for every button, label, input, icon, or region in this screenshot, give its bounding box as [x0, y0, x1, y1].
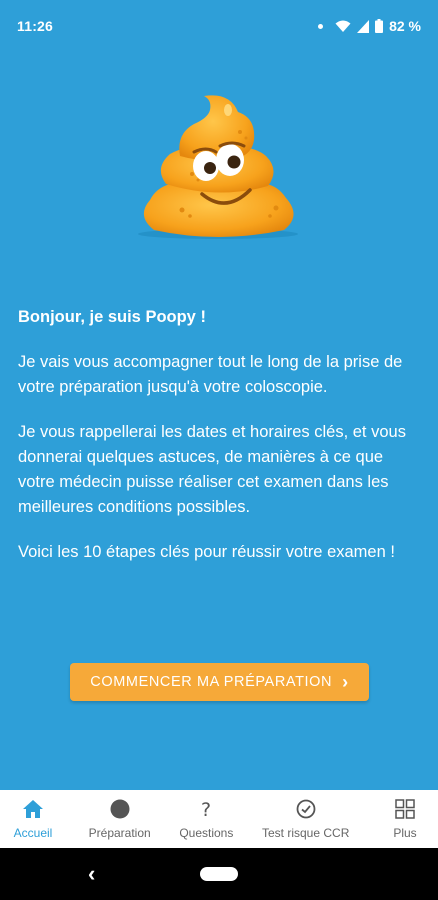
check-circle-icon: [296, 799, 316, 819]
status-icons: 82 %: [318, 18, 421, 34]
status-bar: 11:26 82 %: [0, 0, 438, 52]
home-icon: [23, 800, 43, 818]
tab-plus-label: Plus: [393, 826, 417, 840]
tab-questions-label: Questions: [179, 826, 234, 840]
battery-percent: 82 %: [389, 18, 421, 34]
tab-questions[interactable]: ? Questions: [179, 790, 233, 848]
greeting-heading: Bonjour, je suis Poopy !: [18, 308, 206, 326]
battery-icon: [375, 19, 384, 33]
home-pill-icon[interactable]: [200, 867, 238, 881]
poop-mascot-icon: [128, 88, 308, 248]
system-navigation-bar: ‹: [0, 848, 438, 900]
chevron-right-icon: ›: [342, 671, 349, 692]
signal-icon: [357, 19, 370, 33]
svg-text:?: ?: [201, 799, 211, 819]
intro-paragraph-2: Je vous rappellerai les dates et horaire…: [18, 423, 406, 516]
intro-paragraph-1: Je vais vous accompagner tout le long de…: [18, 353, 403, 396]
tab-test-risque[interactable]: Test risque CCR: [262, 790, 349, 848]
wifi-icon: [335, 20, 351, 32]
tab-test-risque-label: Test risque CCR: [262, 826, 350, 840]
tab-preparation-label: Préparation: [88, 826, 151, 840]
tab-accueil-label: Accueil: [13, 826, 53, 840]
back-icon[interactable]: ‹: [88, 861, 95, 887]
question-icon: ?: [201, 799, 211, 819]
grid-icon: [395, 799, 415, 819]
tab-plus[interactable]: Plus: [378, 790, 432, 848]
tab-preparation[interactable]: Préparation: [89, 790, 151, 848]
start-preparation-button[interactable]: COMMENCER MA PRÉPARATION ›: [70, 663, 369, 701]
start-preparation-label: COMMENCER MA PRÉPARATION: [90, 674, 333, 690]
circle-icon: [110, 799, 130, 819]
notification-dot-icon: [318, 23, 324, 29]
bottom-tab-bar: Accueil Préparation ? Questions Test ris…: [0, 790, 438, 848]
intro-paragraph-3: Voici les 10 étapes clés pour réussir vo…: [18, 543, 395, 561]
status-time: 11:26: [17, 18, 54, 34]
tab-accueil[interactable]: Accueil: [6, 790, 60, 848]
intro-content: Bonjour, je suis Poopy ! Je vais vous ac…: [18, 305, 420, 585]
